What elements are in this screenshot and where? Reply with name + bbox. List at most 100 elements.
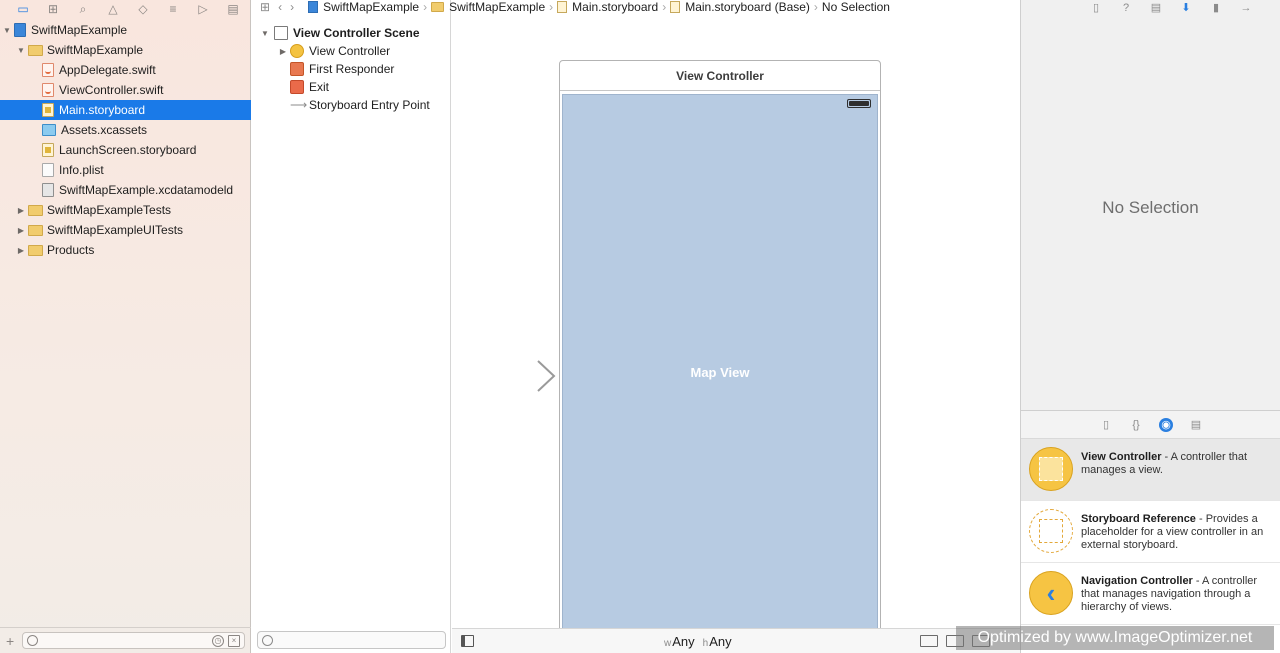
view-controller-icon: [290, 44, 304, 58]
tree-row-label: Info.plist: [59, 163, 104, 177]
related-items-icon[interactable]: ⊞: [260, 0, 270, 14]
back-icon[interactable]: ‹: [278, 0, 282, 14]
sb-file-icon: [42, 143, 54, 157]
outline-filter-field[interactable]: [257, 631, 446, 649]
toggle-outline-icon[interactable]: [461, 635, 474, 647]
library-item-text: Navigation Controller - A controller tha…: [1081, 571, 1273, 614]
tree-row[interactable]: ViewController.swift: [0, 80, 251, 100]
folder-icon: [28, 44, 43, 56]
disclosure-triangle-icon[interactable]: ▶: [16, 246, 26, 255]
connections-inspector-icon[interactable]: →: [1238, 2, 1254, 14]
navigator-toolbar: ▭ ⊞ ⌕ △ ◇ ≡ ▷ ▤: [0, 0, 251, 18]
attributes-inspector-icon[interactable]: ⬇: [1178, 2, 1194, 14]
inspector-toolbar: ▯ ? ▤ ⬇ ▮ →: [1021, 0, 1280, 16]
tree-row[interactable]: ▶ Products: [0, 240, 251, 260]
search-icon[interactable]: ⌕: [68, 2, 98, 16]
code-snippet-icon[interactable]: {}: [1129, 418, 1143, 432]
tree-row[interactable]: LaunchScreen.storyboard: [0, 140, 251, 160]
breakpoint-icon[interactable]: ▷: [188, 2, 218, 16]
project-icon: [308, 1, 319, 13]
recent-files-icon[interactable]: ◷: [212, 634, 224, 647]
library-item[interactable]: View Controller - A controller that mana…: [1021, 439, 1280, 501]
forward-icon[interactable]: ›: [290, 0, 294, 14]
outline-scene-row[interactable]: ▼ View Controller Scene: [252, 24, 450, 42]
outline-item[interactable]: ⟶ Storyboard Entry Point: [252, 96, 450, 114]
library-item[interactable]: Storyboard Reference - Provides a placeh…: [1021, 501, 1280, 563]
disclosure-triangle-icon[interactable]: ▼: [2, 26, 12, 35]
tree-row[interactable]: ▼ SwiftMapExample: [0, 40, 251, 60]
width-size-class: Any: [672, 634, 695, 649]
jumpbar-localization[interactable]: Main.storyboard (Base): [670, 0, 810, 14]
size-class-control[interactable]: wAny hAny: [664, 634, 732, 649]
report-icon[interactable]: ▤: [218, 2, 248, 16]
jumpbar-group[interactable]: SwiftMapExample: [431, 0, 545, 14]
outline-item[interactable]: ▶ View Controller: [252, 42, 450, 60]
jumpbar-selection[interactable]: No Selection: [822, 0, 890, 14]
folder-icon: [28, 224, 43, 236]
jump-bar: ⊞ ‹ › SwiftMapExample › SwiftMapExample …: [252, 0, 1020, 14]
project-navigator: ▭ ⊞ ⌕ △ ◇ ≡ ▷ ▤ ▼ SwiftMapExample ▼ SwiftMa…: [0, 0, 251, 653]
jumpbar-file[interactable]: Main.storyboard: [557, 0, 658, 14]
tree-row[interactable]: ▶ SwiftMapExampleTests: [0, 200, 251, 220]
tree-row-label: SwiftMapExampleUITests: [47, 223, 184, 237]
disclosure-triangle-icon[interactable]: ▶: [16, 206, 26, 215]
chevron-right-icon: ›: [549, 0, 554, 14]
model-file-icon: [42, 183, 54, 197]
storyboard-entry-arrow-icon[interactable]: [462, 358, 558, 394]
file-template-icon[interactable]: ▯: [1099, 418, 1113, 432]
map-view[interactable]: Map View: [562, 94, 878, 639]
stack-icon[interactable]: [920, 635, 938, 647]
hierarchy-icon[interactable]: ⊞: [38, 2, 68, 16]
view-controller-scene[interactable]: View Controller Map View: [559, 60, 881, 640]
jumpbar-label: No Selection: [821, 0, 890, 14]
tree-row-label: SwiftMapExampleTests: [47, 203, 172, 217]
object-library: ▯ {} ◉ ▤ View Controller - A controller …: [1021, 410, 1280, 653]
tree-row-label: Main.storyboard: [59, 103, 146, 117]
scene-title-bar[interactable]: View Controller: [560, 61, 880, 91]
library-items: View Controller - A controller that mana…: [1021, 439, 1280, 625]
assets-file-icon: [42, 124, 56, 136]
source-control-filter-icon[interactable]: ×: [228, 634, 240, 647]
object-library-icon[interactable]: ◉: [1159, 417, 1173, 432]
storyboard-icon: [557, 1, 568, 13]
outline-scene-title: View Controller Scene: [293, 26, 420, 40]
tree-row[interactable]: AppDelegate.swift: [0, 60, 251, 80]
navigator-filter-field[interactable]: ◷ ×: [22, 632, 245, 649]
quick-help-icon[interactable]: ?: [1118, 2, 1134, 14]
tree-row[interactable]: Assets.xcassets: [0, 120, 251, 140]
storyboard-icon: [670, 1, 681, 13]
warning-icon[interactable]: △: [98, 2, 128, 16]
tree-row[interactable]: Main.storyboard: [0, 100, 251, 120]
disclosure-triangle-icon[interactable]: ▼: [260, 29, 270, 38]
outline-item[interactable]: Exit: [252, 78, 450, 96]
test-icon[interactable]: ◇: [128, 2, 158, 16]
folder-icon: [28, 204, 43, 216]
library-item[interactable]: ‹ Navigation Controller - A controller th…: [1021, 563, 1280, 625]
library-item-text: Storyboard Reference - Provides a placeh…: [1081, 509, 1273, 552]
disclosure-triangle-icon[interactable]: ▼: [16, 46, 26, 55]
disclosure-triangle-icon[interactable]: ▶: [16, 226, 26, 235]
tree-row[interactable]: SwiftMapExample.xcdatamodeld: [0, 180, 251, 200]
navigator-filter-bar: + ◷ ×: [0, 627, 251, 653]
storyboard-canvas[interactable]: View Controller Map View: [452, 18, 1020, 640]
tree-row[interactable]: Info.plist: [0, 160, 251, 180]
size-inspector-icon[interactable]: ▮: [1208, 2, 1224, 14]
plist-file-icon: [42, 163, 54, 177]
library-item-title: Storyboard Reference: [1081, 513, 1196, 525]
tree-row-label: SwiftMapExample: [31, 23, 128, 37]
jumpbar-label: SwiftMapExample: [449, 0, 546, 14]
debug-icon[interactable]: ≡: [158, 2, 188, 16]
tree-row[interactable]: ▶ SwiftMapExampleUITests: [0, 220, 251, 240]
disclosure-triangle-icon[interactable]: ▶: [278, 47, 288, 56]
swift-file-icon: [42, 63, 54, 77]
media-library-icon[interactable]: ▤: [1189, 418, 1203, 432]
jumpbar-project[interactable]: SwiftMapExample: [308, 0, 419, 14]
outline-items: ▶ View Controller First Responder Exit ⟶ Stor…: [252, 42, 450, 114]
folder-icon[interactable]: ▭: [8, 2, 38, 16]
outline-item[interactable]: First Responder: [252, 60, 450, 78]
file-inspector-icon[interactable]: ▯: [1088, 2, 1104, 14]
add-icon[interactable]: +: [6, 633, 16, 649]
identity-inspector-icon[interactable]: ▤: [1148, 2, 1164, 14]
project-icon: [14, 23, 26, 37]
tree-row[interactable]: ▼ SwiftMapExample: [0, 20, 251, 40]
